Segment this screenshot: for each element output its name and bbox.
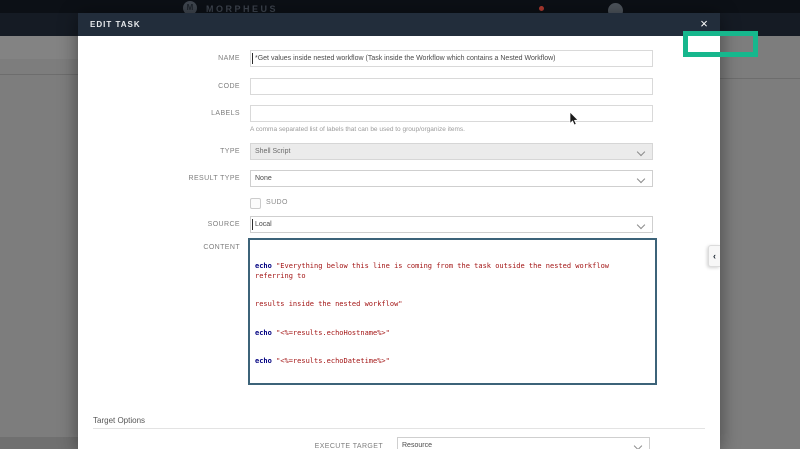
sudo-checkbox[interactable]	[250, 198, 261, 209]
collapse-panel-button[interactable]: ‹	[708, 245, 720, 267]
name-label: NAME	[218, 55, 240, 62]
edit-task-modal: EDIT TASK × NAME *Get values inside nest…	[78, 13, 720, 449]
type-label: TYPE	[220, 148, 240, 155]
chevron-left-icon: ‹	[713, 251, 716, 261]
content-code-editor[interactable]: echo "Everything below this line is comi…	[248, 238, 657, 385]
avatar	[608, 3, 623, 13]
notification-badge	[539, 6, 544, 11]
code-string: results inside the nested workflow"	[255, 300, 403, 308]
annotation-box	[683, 31, 758, 57]
code-label: CODE	[218, 83, 240, 90]
code-keyword: echo	[255, 262, 272, 270]
code-string: "Everything below this line is coming fr…	[255, 262, 614, 280]
brand-text: MORPHEUS	[206, 4, 279, 13]
chevron-down-icon	[636, 174, 646, 184]
result-type-label: RESULT TYPE	[188, 175, 240, 182]
modal-title: EDIT TASK	[90, 20, 141, 29]
type-select-value: Shell Script	[255, 148, 291, 155]
background-topbar: M MORPHEUS	[0, 0, 800, 13]
code-keyword: echo	[255, 357, 272, 365]
labels-label: LABELS	[211, 110, 240, 117]
chevron-down-icon	[633, 441, 643, 449]
content-label: CONTENT	[203, 244, 240, 251]
modal-header: EDIT TASK ×	[78, 13, 720, 36]
execute-target-label: EXECUTE TARGET	[314, 443, 383, 449]
source-label: SOURCE	[207, 221, 240, 228]
code-line: results inside the nested workflow"	[255, 300, 650, 310]
section-divider	[93, 428, 705, 429]
labels-input[interactable]	[250, 105, 653, 122]
morpheus-logo-icon: M	[183, 1, 197, 13]
code-line: echo "<%=results.echoDatetime%>"	[255, 357, 650, 367]
code-input[interactable]	[250, 78, 653, 95]
code-line: echo "<%=results.echoHostname%>"	[255, 329, 650, 339]
source-select-value: Local	[255, 221, 272, 228]
sudo-label: SUDO	[266, 199, 288, 206]
execute-target-select[interactable]: Resource	[397, 437, 650, 449]
background-divider	[720, 78, 800, 79]
code-string: "<%=results.echoDatetime%>"	[271, 357, 390, 365]
result-type-select-value: None	[255, 175, 272, 182]
chevron-down-icon	[636, 147, 646, 157]
type-select: Shell Script	[250, 143, 653, 160]
code-string: "<%=results.echoHostname%>"	[271, 328, 390, 337]
name-input[interactable]: *Get values inside nested workflow (Task…	[250, 50, 653, 67]
labels-help-text: A comma separated list of labels that ca…	[250, 126, 465, 133]
execute-target-select-value: Resource	[402, 442, 432, 449]
mouse-cursor-icon	[569, 112, 579, 126]
code-keyword: echo	[255, 328, 272, 337]
background-divider	[0, 74, 78, 75]
text-caret	[252, 219, 253, 230]
result-type-select[interactable]: None	[250, 170, 653, 187]
chevron-down-icon	[636, 220, 646, 230]
text-caret	[252, 53, 253, 64]
code-line: echo "Everything below this line is comi…	[255, 262, 650, 281]
background-dimmed-content	[0, 36, 78, 59]
source-select[interactable]: Local	[250, 216, 653, 233]
background-dimmed-footer	[0, 437, 78, 449]
target-options-heading: Target Options	[93, 416, 146, 425]
